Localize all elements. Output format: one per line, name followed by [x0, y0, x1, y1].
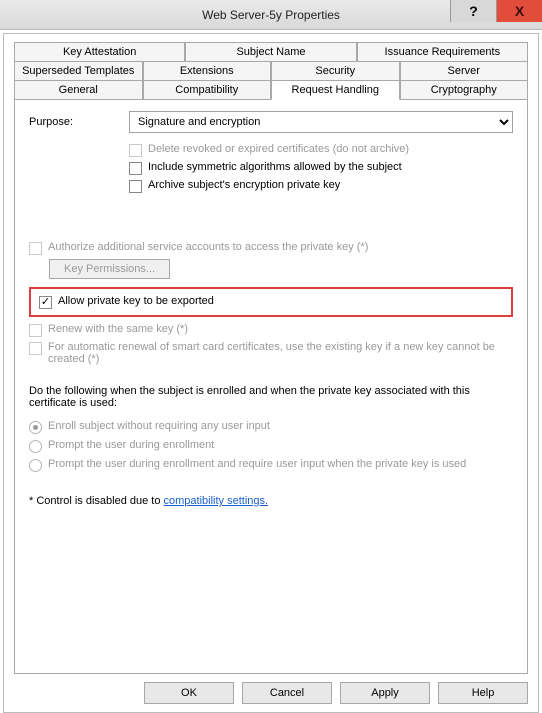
tab-request-handling[interactable]: Request Handling [271, 80, 400, 100]
archive-key-checkbox[interactable] [129, 180, 142, 193]
tab-superseded-templates[interactable]: Superseded Templates [14, 61, 143, 81]
authorize-accounts-checkbox [29, 242, 42, 255]
footnote: * Control is disabled due to compatibili… [29, 495, 513, 507]
include-symmetric-checkbox[interactable] [129, 162, 142, 175]
tab-content: Purpose: Signature and encryption Delete… [14, 99, 528, 674]
help-button-bottom[interactable]: Help [438, 682, 528, 704]
auto-renew-checkbox [29, 342, 42, 355]
ok-button[interactable]: OK [144, 682, 234, 704]
tab-key-attestation[interactable]: Key Attestation [14, 42, 185, 62]
close-button[interactable]: X [496, 0, 542, 22]
radio-enroll-noinput [29, 421, 42, 434]
renew-same-key-checkbox [29, 324, 42, 337]
dialog-body: Key Attestation Subject Name Issuance Re… [3, 33, 539, 713]
radio-prompt-enroll [29, 440, 42, 453]
tab-extensions[interactable]: Extensions [143, 61, 272, 81]
tab-security[interactable]: Security [271, 61, 400, 81]
do-following-text: Do the following when the subject is enr… [29, 385, 513, 409]
tab-strip: Key Attestation Subject Name Issuance Re… [14, 42, 528, 99]
key-permissions-button: Key Permissions... [49, 259, 170, 279]
help-button[interactable]: ? [450, 0, 496, 22]
include-symmetric-label: Include symmetric algorithms allowed by … [148, 161, 402, 173]
tab-issuance-requirements[interactable]: Issuance Requirements [357, 42, 528, 62]
authorize-accounts-label: Authorize additional service accounts to… [48, 241, 368, 253]
renew-same-key-label: Renew with the same key (*) [48, 323, 188, 335]
tab-server[interactable]: Server [400, 61, 529, 81]
tab-subject-name[interactable]: Subject Name [185, 42, 356, 62]
radio-prompt-enroll-label: Prompt the user during enrollment [48, 439, 214, 451]
allow-export-label: Allow private key to be exported [58, 295, 214, 307]
tab-cryptography[interactable]: Cryptography [400, 80, 529, 100]
delete-revoked-checkbox [129, 144, 142, 157]
cancel-button[interactable]: Cancel [242, 682, 332, 704]
compatibility-settings-link[interactable]: compatibility settings. [164, 495, 269, 507]
radio-enroll-noinput-label: Enroll subject without requiring any use… [48, 420, 270, 432]
highlight-box: Allow private key to be exported [29, 287, 513, 317]
tab-general[interactable]: General [14, 80, 143, 100]
delete-revoked-label: Delete revoked or expired certificates (… [148, 143, 409, 155]
purpose-label: Purpose: [29, 116, 129, 128]
tab-compatibility[interactable]: Compatibility [143, 80, 272, 100]
purpose-select[interactable]: Signature and encryption [129, 111, 513, 133]
dialog-button-row: OK Cancel Apply Help [14, 674, 528, 704]
allow-export-checkbox[interactable] [39, 296, 52, 309]
titlebar: Web Server-5y Properties ? X [0, 0, 542, 30]
radio-prompt-enroll-use-label: Prompt the user during enrollment and re… [48, 458, 466, 470]
apply-button[interactable]: Apply [340, 682, 430, 704]
archive-key-label: Archive subject's encryption private key [148, 179, 340, 191]
auto-renew-label: For automatic renewal of smart card cert… [48, 341, 513, 365]
radio-prompt-enroll-use [29, 459, 42, 472]
